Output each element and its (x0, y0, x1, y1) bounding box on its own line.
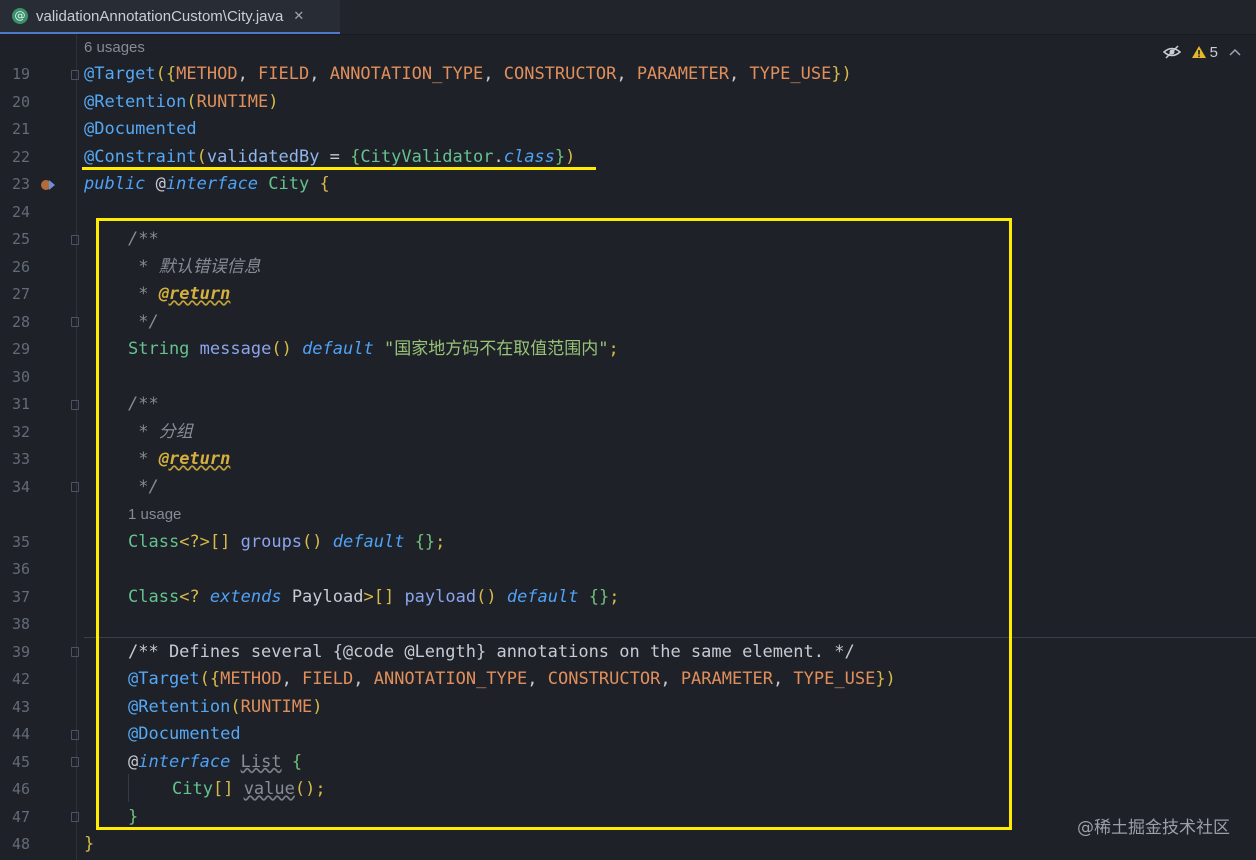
indent-guide (128, 774, 129, 802)
code-line-39: /** Defines several {@code @Length} anno… (128, 641, 855, 662)
line-number: 33 (11, 450, 30, 468)
line-number: 20 (11, 92, 30, 111)
fold-marker[interactable] (71, 317, 79, 327)
code-line-46: City[] value(); (172, 779, 326, 799)
line-number: 39 (11, 642, 30, 661)
code-line-25: /** (128, 229, 159, 249)
line-number: 29 (11, 340, 30, 358)
code-line-23: public @interface City { (84, 174, 330, 194)
code-line-20: @Retention(RUNTIME) (84, 91, 279, 112)
editor-tab-bar: @ validationAnnotationCustom\City.java ✕ (0, 0, 1256, 35)
line-number: 30 (11, 367, 30, 386)
code-editor[interactable]: 19 20 21 22 23 24 25 26 27 28 29 30 31 3… (0, 34, 1256, 860)
line-number: 47 (11, 807, 30, 826)
line-number: 38 (11, 615, 30, 633)
line-number: 24 (11, 202, 30, 221)
code-line-37: Class<? extends Payload>[] payload() def… (128, 586, 620, 607)
eye-off-icon[interactable] (1162, 45, 1181, 59)
code-line-35: Class<?>[] groups() default {}; (128, 531, 446, 552)
code-line-32: * 分组 (128, 421, 193, 442)
fold-marker[interactable] (71, 647, 79, 657)
fold-marker[interactable] (71, 730, 79, 740)
chevron-up-icon[interactable] (1228, 47, 1242, 57)
code-line-27: * @return (128, 284, 231, 304)
watermark: @稀土掘金技术社区 (1077, 818, 1230, 838)
line-number: 46 (11, 780, 30, 798)
close-icon[interactable]: ✕ (293, 9, 304, 24)
usages-hint[interactable]: 1 usage (128, 501, 181, 529)
code-line-34: */ (128, 476, 159, 497)
code-line-44: @Documented (128, 724, 241, 744)
code-line-29: String message() default "国家地方码不在取值范围内"; (128, 339, 619, 359)
code-line-33: * @return (128, 449, 231, 469)
code-line-47: } (128, 806, 139, 827)
fold-marker[interactable] (71, 235, 79, 245)
line-number: 27 (11, 285, 30, 303)
line-number: 32 (11, 422, 30, 441)
code-line-26: * 默认错误信息 (128, 256, 261, 277)
line-number: 44 (11, 725, 30, 743)
fold-marker[interactable] (71, 812, 79, 822)
code-line-21: @Documented (84, 119, 197, 139)
line-number: 42 (11, 670, 30, 688)
fold-marker[interactable] (71, 400, 79, 410)
line-number: 22 (11, 147, 30, 166)
line-number: 26 (11, 257, 30, 276)
line-number: 23 (11, 175, 30, 193)
line-number: 21 (11, 120, 30, 138)
tab-city-java[interactable]: @ validationAnnotationCustom\City.java ✕ (0, 0, 340, 34)
code-line-43: @Retention(RUNTIME) (128, 696, 323, 717)
warnings-indicator[interactable]: 5 (1191, 44, 1218, 61)
line-number: 35 (11, 532, 30, 551)
code-line-19: @Target({METHOD, FIELD, ANNOTATION_TYPE,… (84, 64, 852, 84)
highlight-underline (82, 167, 596, 170)
code-line-45: @interface List { (128, 751, 303, 772)
line-number: 31 (11, 395, 30, 413)
code-line-31: /** (128, 394, 159, 414)
line-number: 43 (11, 697, 30, 716)
line-number: 36 (11, 560, 30, 578)
inspection-widget: 5 (1162, 40, 1242, 64)
code-line-42: @Target({METHOD, FIELD, ANNOTATION_TYPE,… (128, 669, 896, 689)
line-number: 48 (11, 835, 30, 853)
code-line-28: */ (128, 311, 159, 332)
code-line-48: } (84, 834, 95, 854)
line-number: 25 (11, 230, 30, 248)
warnings-count: 5 (1209, 43, 1218, 61)
fold-marker[interactable] (71, 482, 79, 492)
line-number: 19 (11, 65, 30, 83)
usages-hint[interactable]: 6 usages (84, 34, 145, 62)
line-number: 37 (11, 587, 30, 606)
fold-marker[interactable] (71, 70, 79, 80)
line-number: 34 (11, 477, 30, 496)
line-number: 28 (11, 312, 30, 331)
warning-icon (1191, 46, 1206, 58)
fold-marker[interactable] (71, 757, 79, 767)
implemented-icon[interactable] (40, 178, 56, 192)
line-number: 45 (11, 752, 30, 771)
tab-label: validationAnnotationCustom\City.java (36, 7, 284, 25)
annotation-file-icon: @ (12, 8, 28, 24)
